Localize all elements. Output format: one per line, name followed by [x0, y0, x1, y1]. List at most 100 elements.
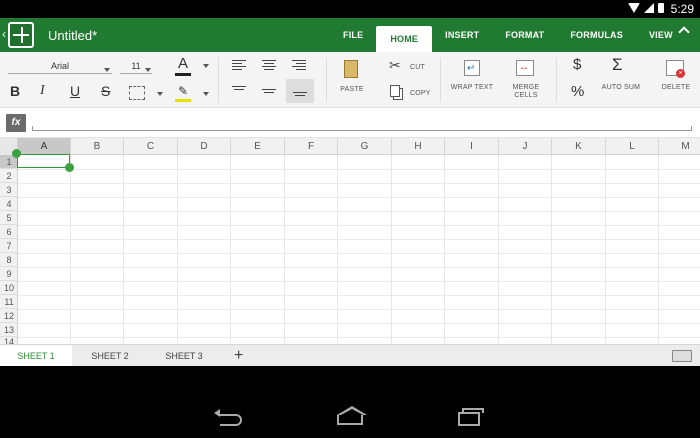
align-middle-icon[interactable] — [262, 89, 276, 95]
align-center-icon[interactable] — [262, 60, 276, 72]
auto-sum-icon[interactable]: Σ — [612, 55, 623, 75]
keyboard-icon[interactable] — [672, 350, 692, 362]
fill-color-dropdown-icon[interactable] — [203, 92, 209, 96]
font-color-button[interactable]: A — [178, 55, 188, 72]
column-header[interactable]: F — [285, 138, 338, 155]
paste-label[interactable]: PASTE — [336, 86, 368, 93]
column-header[interactable]: D — [178, 138, 231, 155]
selection-handle-top-left[interactable] — [12, 149, 21, 158]
underline-button[interactable]: U — [70, 83, 80, 99]
row-header[interactable]: 11 — [0, 295, 18, 309]
column-header[interactable]: G — [338, 138, 392, 155]
grid-line — [18, 267, 700, 268]
column-header-bar: A B C D E F G H I J K L M — [0, 138, 700, 155]
selection-handle-bottom-right[interactable] — [65, 163, 74, 172]
borders-icon[interactable] — [129, 86, 145, 100]
ribbon-tabs: FILE HOME INSERT FORMAT FORMULAS VIEW — [330, 18, 686, 52]
row-header[interactable]: 10 — [0, 281, 18, 295]
font-size-dropdown-icon — [145, 68, 151, 72]
grid-line — [18, 183, 700, 184]
row-header-bar: 1 2 3 4 5 6 7 8 9 10 11 12 13 14 — [0, 155, 18, 344]
tab-insert[interactable]: INSERT — [432, 18, 492, 52]
merge-arrows-icon: ↔ — [519, 62, 529, 73]
tab-formulas[interactable]: FORMULAS — [557, 18, 636, 52]
grid-line — [18, 197, 700, 198]
percent-format-button[interactable]: % — [571, 83, 584, 100]
row-header[interactable]: 2 — [0, 169, 18, 183]
row-header[interactable]: 14 — [0, 337, 18, 344]
paste-clipboard-icon[interactable] — [344, 60, 358, 78]
nav-recent-apps-icon[interactable] — [458, 408, 484, 426]
nav-back-icon[interactable] — [214, 409, 242, 426]
row-header[interactable]: 8 — [0, 253, 18, 267]
font-color-dropdown-icon[interactable] — [203, 64, 209, 68]
wrap-text-label[interactable]: WRAP TEXT — [448, 84, 496, 91]
row-header[interactable]: 9 — [0, 267, 18, 281]
fill-color-icon[interactable]: ✎ — [178, 84, 188, 98]
nav-home-icon[interactable] — [337, 406, 367, 425]
ribbon-divider — [556, 58, 557, 102]
borders-dropdown-icon[interactable] — [157, 92, 163, 96]
font-name-select[interactable]: Arial — [8, 58, 112, 74]
fx-function-button[interactable]: fx — [6, 114, 26, 132]
ribbon-divider — [440, 58, 441, 102]
row-header[interactable]: 13 — [0, 323, 18, 337]
column-header[interactable]: E — [231, 138, 285, 155]
column-header[interactable]: L — [606, 138, 659, 155]
cut-label[interactable]: CUT — [410, 64, 425, 71]
tab-file[interactable]: FILE — [330, 18, 376, 52]
align-bottom-icon — [293, 92, 307, 98]
fill-color-swatch — [175, 99, 191, 102]
copy-label[interactable]: COPY — [410, 90, 431, 97]
copy-icon[interactable] — [390, 85, 400, 97]
row-header[interactable]: 6 — [0, 225, 18, 239]
sheet-tab-1[interactable]: SHEET 1 — [0, 345, 72, 367]
system-nav-bar — [0, 366, 700, 438]
row-header[interactable]: 5 — [0, 211, 18, 225]
column-header[interactable]: B — [71, 138, 124, 155]
row-header[interactable]: 3 — [0, 183, 18, 197]
grid-line — [18, 309, 700, 310]
row-header[interactable]: 7 — [0, 239, 18, 253]
selected-cell-a1[interactable] — [17, 154, 70, 168]
wifi-icon — [628, 3, 640, 13]
grid-line — [18, 323, 700, 324]
back-chevron-icon[interactable]: ‹ — [2, 27, 6, 41]
align-top-icon[interactable] — [232, 86, 246, 92]
delete-badge-icon: × — [676, 69, 685, 78]
column-header[interactable]: H — [392, 138, 445, 155]
formula-input[interactable] — [32, 126, 692, 131]
auto-sum-label[interactable]: AUTO SUM — [600, 84, 642, 91]
column-header[interactable]: A — [18, 138, 71, 155]
tab-home[interactable]: HOME — [376, 26, 433, 52]
cut-scissors-icon[interactable]: ✂ — [389, 57, 401, 74]
document-title[interactable]: Untitled* — [48, 28, 97, 43]
sheet-tabs-bar: SHEET 1 SHEET 2 SHEET 3 + — [0, 344, 700, 367]
row-header[interactable]: 4 — [0, 197, 18, 211]
column-header[interactable]: I — [445, 138, 499, 155]
column-header[interactable]: C — [124, 138, 178, 155]
italic-button[interactable]: I — [40, 83, 45, 99]
currency-format-button[interactable]: $ — [573, 56, 581, 73]
spreadsheet-grid[interactable]: A B C D E F G H I J K L M 1 2 3 4 5 6 7 … — [0, 138, 700, 344]
tab-view[interactable]: VIEW — [636, 18, 686, 52]
bold-button[interactable]: B — [10, 83, 20, 99]
add-sheet-button[interactable]: + — [234, 347, 243, 365]
align-bottom-button[interactable] — [286, 79, 314, 103]
merge-cells-label[interactable]: MERGE CELLS — [508, 84, 544, 100]
align-left-icon[interactable] — [232, 60, 246, 72]
ribbon-divider — [218, 58, 219, 102]
column-header[interactable]: K — [552, 138, 606, 155]
tab-format[interactable]: FORMAT — [492, 18, 557, 52]
app-window: 5:29 ‹ Untitled* FILE HOME INSERT FORMAT… — [0, 0, 700, 438]
column-header[interactable]: J — [499, 138, 552, 155]
row-header[interactable]: 12 — [0, 309, 18, 323]
strikethrough-button[interactable]: S — [101, 83, 110, 99]
column-header[interactable]: M — [659, 138, 700, 155]
align-right-icon[interactable] — [292, 60, 306, 72]
sheet-tab-2[interactable]: SHEET 2 — [74, 345, 146, 367]
app-logo-icon[interactable] — [8, 22, 34, 48]
battery-icon — [658, 3, 664, 13]
sheet-tab-3[interactable]: SHEET 3 — [148, 345, 220, 367]
delete-label[interactable]: DELETE — [658, 84, 694, 91]
